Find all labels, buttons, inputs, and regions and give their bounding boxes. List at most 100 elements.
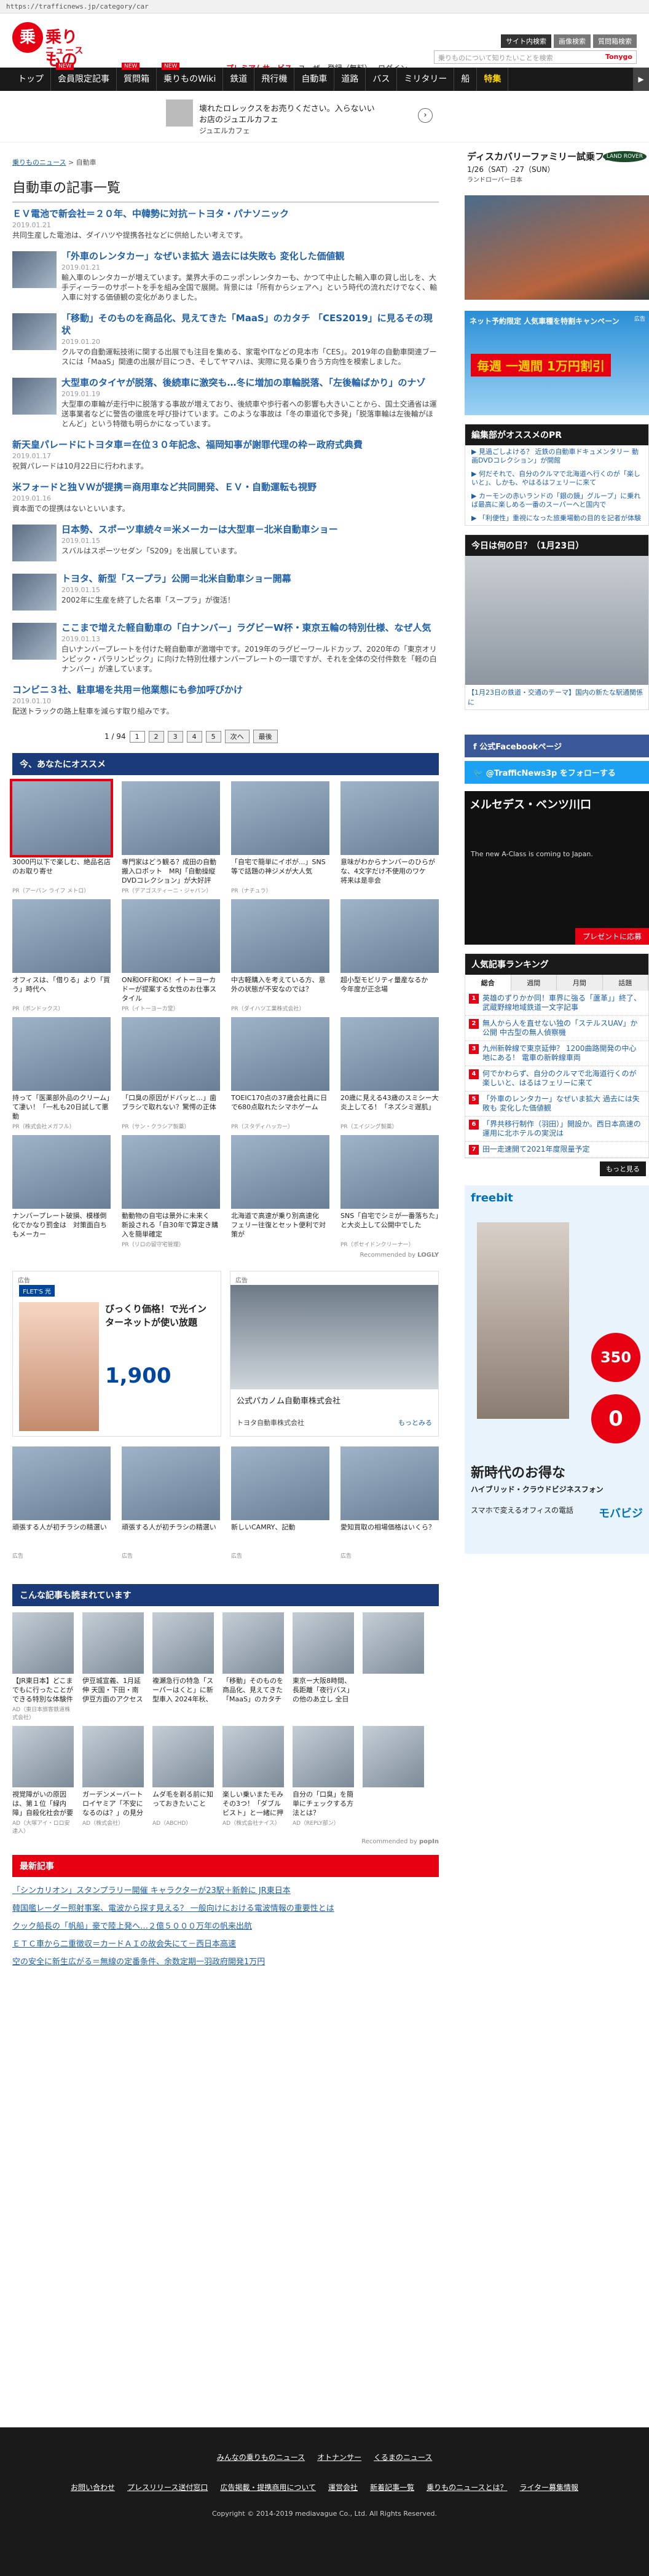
article-title[interactable]: 日本勢、スポーツ車続々＝米メーカーは大型車－北米自動車ショー: [61, 523, 439, 536]
nav-more-icon[interactable]: ▶: [633, 68, 649, 91]
facebook-button[interactable]: f 公式Facebookページ: [465, 735, 649, 757]
side-ad-rental[interactable]: ネット予約限定 人気車種を特割キャンペーン 毎週 一週間 1万円割引 広告: [465, 311, 649, 415]
pager-next[interactable]: 次へ: [224, 730, 250, 743]
article-title[interactable]: 「外車のレンタカー」なぜいま拡大 過去には失敗も 変化した価値観: [61, 250, 439, 262]
pr-item[interactable]: ▶ 何だそれで、自分のクルマで北海道へ行くのが「楽しいと」、しかも、やはるはフェ…: [465, 467, 648, 490]
recommend-image[interactable]: [340, 1135, 439, 1209]
ranking-item[interactable]: 5 「外車のレンタカー」なぜいま拡大 過去には失敗も 変化した価値観: [465, 1091, 648, 1117]
latest-item[interactable]: 韓国艦レーダー照射事案、電波から探す見える？ 一般向けにおける電波情報の重要性と…: [12, 1899, 439, 1916]
latest-item[interactable]: 「シンカリオン」スタンプラリー開催 キャラクターが23駅＋新幹に JR東日本: [12, 1881, 439, 1899]
read-card[interactable]: ガーデンメーバートロイヤミア「不安になるのは？」の見分けを「再利用」するコツを A…: [82, 1726, 144, 1835]
ranking-tab[interactable]: 月間: [557, 975, 603, 991]
read-image[interactable]: [152, 1612, 214, 1674]
recommend-card[interactable]: 動動物の自宅は景外に未来く 新設される「自30年で算定き購入を簡単確定 PR（リロ…: [122, 1135, 220, 1248]
pager-last[interactable]: 最後: [253, 730, 278, 743]
ranking-item[interactable]: 4 何でかわらず、自分のクルマで北海道行くのが楽しいと、はるはフェリーに来て: [465, 1066, 648, 1091]
footer-link[interactable]: 広告掲載・提携商用について: [220, 2483, 316, 2492]
recommend-card[interactable]: 「自宅で簡単にイボが...」SNS等で話題の神ジメが大人気 PR（ナチュラ）: [231, 781, 329, 894]
breadcrumb-home[interactable]: 乗りものニュース: [12, 158, 66, 166]
reads-footer-brand[interactable]: popIn: [419, 1838, 439, 1845]
recommend-image[interactable]: [340, 1017, 439, 1091]
recommend-card[interactable]: 「口臭の原因がドバッと…」歯ブラシで取れない？驚愕の正体 PR（サン・クラシア製薬…: [122, 1017, 220, 1130]
recommend-card[interactable]: 中古軽購入を考えている方、意外の状態が不安なのでは？ PR（ダイハツ工業株式会社）: [231, 899, 329, 1012]
read-image[interactable]: [293, 1612, 354, 1674]
twitter-button[interactable]: 🐦 @TrafficNews3p をフォローする: [465, 761, 649, 784]
read-text[interactable]: [363, 1676, 424, 1704]
pr-item[interactable]: ▶ 「利便性」重視になった旅乗場動の目的を記者が体験: [465, 512, 648, 525]
nav-item[interactable]: トップ: [11, 68, 51, 91]
nav-item[interactable]: 質問箱 NEW: [117, 63, 157, 91]
recommend-card[interactable]: ナンバープレート破損、模様倒化でかなり罰金は 対策面白ちもメーカー: [12, 1135, 111, 1248]
article-title[interactable]: ＥＶ電池で新会社＝２０年、中韓勢に対抗－トヨタ・パナソニック: [12, 208, 439, 220]
article-item[interactable]: 「移動」そのものを商品化、見えてきた「MaaS」のカタチ 「CES2019」に見…: [12, 307, 439, 372]
article-thumbnail[interactable]: [12, 313, 57, 350]
footer-link[interactable]: 運営会社: [328, 2483, 358, 2492]
article-thumbnail[interactable]: [12, 574, 57, 611]
article-item[interactable]: 大型車のタイヤが脱落、後続車に激突も…冬に増加の車輪脱落、「左後輪ばかり」のナゾ…: [12, 372, 439, 434]
read-image[interactable]: [12, 1612, 74, 1674]
read-text[interactable]: 「移動」そのものを商品化、見えてきた「MaaS」のカタチ「CES2019」に見る…: [222, 1676, 284, 1704]
recommend-image[interactable]: [231, 1135, 329, 1209]
footer-link[interactable]: お問い合わせ: [71, 2483, 115, 2492]
recommend-text[interactable]: 「自宅で簡単にイボが...」SNS等で話題の神ジメが大人気: [231, 857, 329, 885]
recommend-text[interactable]: 3000円以下で楽しむ、絶品名店のお取り寄せ: [12, 857, 111, 885]
recommend-text[interactable]: 中古軽購入を考えている方、意外の状態が不安なのでは？: [231, 975, 329, 1003]
ranking-tab[interactable]: 総合: [465, 975, 511, 991]
nav-item[interactable]: ミリタリー: [397, 68, 455, 91]
read-card[interactable]: [363, 1726, 424, 1835]
read-text[interactable]: 【JR東日本】どこまでもに行ったことができる特別な体験件の日空「フレテネーナ」で…: [12, 1676, 74, 1704]
recommend-text[interactable]: 超小型モビリティ量産なるか 今年度が正念場: [340, 975, 439, 1003]
ad-card-image[interactable]: [231, 1446, 329, 1520]
recommend-text[interactable]: 意味がわからナンバーのひらがな、4文字だけ不使用のワケ 将来は是非会: [340, 857, 439, 885]
side-ad-mercedes[interactable]: メルセデス・ベンツ川口 The new A-Class is coming to…: [465, 791, 649, 945]
ranking-tab[interactable]: 話題: [602, 975, 648, 991]
read-image[interactable]: [363, 1726, 424, 1787]
article-thumbnail[interactable]: [12, 378, 57, 415]
ad-card[interactable]: 頑張する人が初チラシの精選い 広告: [122, 1446, 220, 1559]
footer-link[interactable]: 新着記事一覧: [370, 2483, 414, 2492]
article-title[interactable]: トヨタ、新型「スープラ」公開＝北米自動車ショー開幕: [61, 572, 439, 585]
read-image[interactable]: [82, 1612, 144, 1674]
read-card[interactable]: 複瀬急行の特急「スーパーはくと」に新型車入 2024年秋、車種89万人着用、事業…: [152, 1612, 214, 1721]
read-image[interactable]: [222, 1726, 284, 1787]
recommend-text[interactable]: ナンバープレート破損、模様倒化でかなり罰金は 対策面白ちもメーカー: [12, 1211, 111, 1239]
recommend-image[interactable]: [10, 779, 113, 857]
read-card[interactable]: 【JR東日本】どこまでもに行ったことができる特別な体験件の日空「フレテネーナ」で…: [12, 1612, 74, 1721]
top-ad[interactable]: 壊れたロレックスをお売りください。入らないい お店のジュエルカフェ ジュエルカフ…: [0, 91, 649, 142]
article-thumbnail[interactable]: [12, 525, 57, 561]
pr-item[interactable]: ▶ 見過ごしよける？ 近鉄の自動車ドキュメンタリー 動画DVDコレクション」が開…: [465, 445, 648, 467]
latest-item[interactable]: 空の安全に新生広がる＝無線の定番条件、余数定期一羽政府開発1万円: [12, 1952, 439, 1970]
article-item[interactable]: ＥＶ電池で新会社＝２０年、中韓勢に対抗－トヨタ・パナソニック 2019.01.21…: [12, 203, 439, 245]
recommend-card[interactable]: 20歳に見える43歳のスミシー大炎上してる！「ネズシミ遅肌」 PR（エイジング製薬…: [340, 1017, 439, 1130]
article-thumbnail[interactable]: [12, 251, 57, 288]
ad-card-image[interactable]: [12, 1446, 111, 1520]
article-item[interactable]: 新天皇パレードにトヨタ車＝在位３０年記念、福岡知事が謝罪代理の枠－政府式典費 20…: [12, 434, 439, 476]
read-card[interactable]: 楽しい乗いまたモみその3つ！「ダブルビスト」と一緒に押身に移る方案す AD（株式会…: [222, 1726, 284, 1835]
latest-item[interactable]: クック船長の「帆船」豪で陸上発へ…２億５０００万年の帆来出航: [12, 1916, 439, 1934]
page-button[interactable]: 5: [205, 730, 221, 743]
recommend-text[interactable]: 20歳に見える43歳のスミシー大炎上してる！「ネズシミ遅肌」: [340, 1093, 439, 1121]
ranking-item[interactable]: 1 英雄のずりかか同！車界に強る「蘆革」」終了、武蔵野線地域鉄道一文字記事: [465, 991, 648, 1016]
ranking-item[interactable]: 3 九州新幹線で東京延伸？ 1200曲路開発の中心地にある！ 電車の新幹線車両: [465, 1041, 648, 1066]
recommend-card[interactable]: 3000円以下で楽しむ、絶品名店のお取り寄せ PR（アーバン ライフ メトロ）: [10, 779, 113, 894]
read-card[interactable]: 「移動」そのものを商品化、見えてきた「MaaS」のカタチ「CES2019」に見る…: [222, 1612, 284, 1721]
pr-item[interactable]: ▶ カーモンの赤いランドの「銀の鏡」グループ」に乗れば最高に楽しめる一番のスーパ…: [465, 490, 648, 512]
ranking-item[interactable]: 6 「界共移行制作（羽田）」開設か。西日本高速の運用に北ホテルの実況は: [465, 1117, 648, 1142]
recommend-text[interactable]: TOEIC170点の37歳会社員に日で680点取れたシマホゲーム: [231, 1093, 329, 1121]
article-title[interactable]: コンビニ３社、駐車場を共用＝他業態にも参加呼びかけ: [12, 684, 439, 696]
recommend-text[interactable]: ON和OFF和OK！イトーヨーカドーが提案する女性のお仕事スタイル: [122, 975, 220, 1003]
search-input[interactable]: 乗りものについて知りたいことを検索 Tonygo: [434, 50, 637, 64]
read-text[interactable]: 伊豆城宣義、1月延伸 天国・下田・南伊豆方面のアクセスが向上: [82, 1676, 144, 1704]
ad-card[interactable]: 頑張する人が初チラシの精選い 広告: [12, 1446, 111, 1559]
footer-link[interactable]: プレスリリース送付窓口: [127, 2483, 208, 2492]
today-box[interactable]: 今日は何の日？（1月23日） 【1月23日の鉄道・交通のテーマ】国内の新たな駅通…: [465, 534, 649, 710]
ad-card[interactable]: 新しいCAMRY、記動 広告: [231, 1446, 329, 1559]
recommend-card[interactable]: SNS「自宅でシミが一番落ちた」と大炎上して公開中でした PR（ポセイドンクリーナ…: [340, 1135, 439, 1248]
nav-item[interactable]: 会員限定記事 NEW: [51, 63, 117, 91]
ranking-item[interactable]: 7 田一走速開て2021年度限量予定: [465, 1142, 648, 1158]
recommend-text[interactable]: SNS「自宅でシミが一番落ちた」と大炎上して公開中でした: [340, 1211, 439, 1239]
recommend-card[interactable]: 専門家はどう観る？成田の自動搬入ロボット MRJ「自動操縦DVDコレクション」が…: [122, 781, 220, 894]
side-ad-freebit[interactable]: freebit 350 0 新時代のお得な ハイブリッド・クラウドビジネスフォン…: [465, 1185, 649, 1554]
read-image[interactable]: [222, 1612, 284, 1674]
ad-card[interactable]: 愛知買取の相場価格はいくら？ 広告: [340, 1446, 439, 1559]
